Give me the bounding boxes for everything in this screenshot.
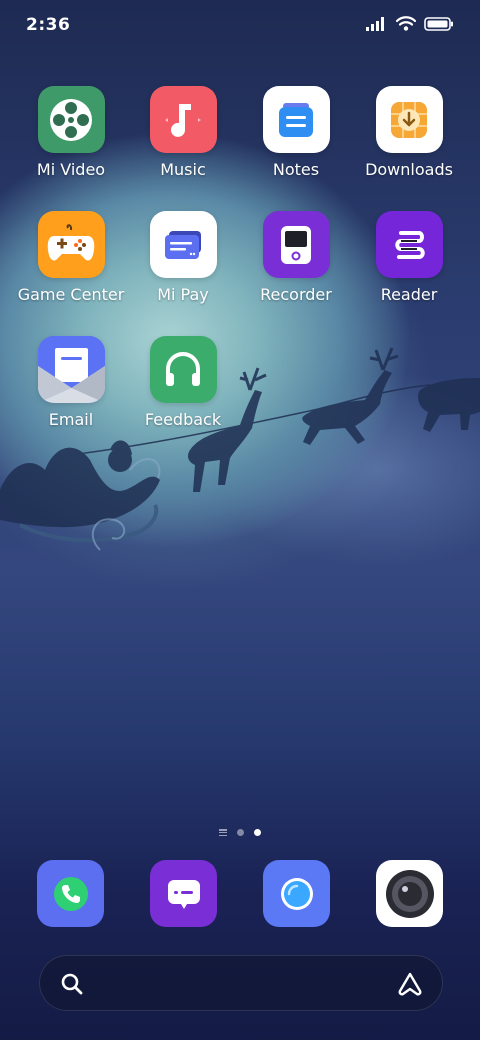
app-label: Reader [380,285,438,304]
signal-icon [366,16,384,31]
app-downloads[interactable]: Downloads [353,86,465,179]
app-recorder[interactable]: Recorder [240,211,352,304]
mi-pay-icon [149,211,217,278]
notes-icon [262,86,330,153]
messages-icon [167,879,200,909]
browser-icon [280,877,313,910]
dock-phone[interactable] [37,860,104,927]
app-game-center[interactable]: Game Center [15,211,127,304]
app-label: Feedback [144,410,222,429]
app-reader[interactable]: Reader [353,211,465,304]
status-icons [366,16,454,31]
app-mi-pay[interactable]: Mi Pay [127,211,239,304]
dock-messages[interactable] [150,860,217,927]
clock: 2:36 [26,15,71,35]
app-notes[interactable]: Notes [240,86,352,179]
search-icon[interactable] [60,972,84,996]
page-dot-2-active[interactable] [254,829,261,836]
game-center-icon [37,211,105,278]
page-dot-1[interactable] [237,829,244,836]
search-bar[interactable] [39,955,443,1011]
app-label: Email [48,410,94,429]
app-label: Mi Pay [157,285,209,304]
app-label: Game Center [17,285,125,304]
app-label: Music [160,160,206,179]
dock-camera[interactable] [376,860,443,927]
music-icon [149,86,217,153]
app-feedback[interactable]: Feedback [127,336,239,429]
dock-browser[interactable] [263,860,330,927]
app-label: Downloads [365,160,453,179]
wifi-icon [396,16,416,31]
app-music[interactable]: Music [127,86,239,179]
app-label: Notes [272,160,320,179]
feedback-icon [149,336,217,403]
app-label: Recorder [260,285,332,304]
home-list-icon[interactable] [219,829,227,836]
app-label: Mi Video [36,160,106,179]
camera-icon [385,869,434,918]
page-indicator [0,829,480,836]
battery-icon [424,16,453,31]
email-icon [37,336,105,403]
status-bar: 2:36 [0,0,480,52]
mi-video-icon [37,86,105,153]
phone-icon [53,876,88,911]
recorder-icon [262,211,330,278]
app-email[interactable]: Email [15,336,127,429]
assistant-icon[interactable] [396,971,424,997]
downloads-icon [375,86,443,153]
app-mi-video[interactable]: Mi Video [15,86,127,179]
reader-icon [375,211,443,278]
